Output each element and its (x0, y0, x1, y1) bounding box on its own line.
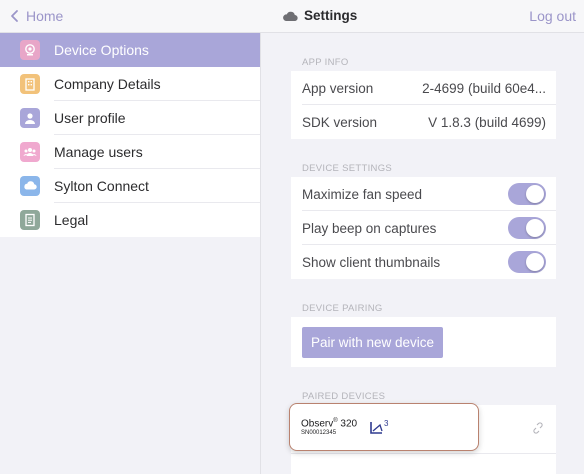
sidebar-item-sylton-connect[interactable]: Sylton Connect (0, 169, 260, 203)
camera-icon (20, 40, 40, 60)
show-thumbnails-row: Show client thumbnails (291, 245, 556, 279)
row-label: Show client thumbnails (302, 254, 441, 270)
section-header-device-settings: DEVICE SETTINGS (302, 163, 393, 174)
sidebar-item-label: Sylton Connect (54, 178, 149, 194)
maximize-fan-speed-row: Maximize fan speed (291, 177, 556, 211)
observ-logo-icon: 3 (370, 419, 389, 434)
row-label: App version (302, 80, 374, 96)
unlink-icon[interactable] (532, 422, 544, 434)
play-beep-toggle[interactable] (508, 217, 546, 239)
sidebar-item-device-options[interactable]: Device Options (0, 33, 260, 67)
device-card[interactable]: Observ® 320 SN00012345 3 (289, 403, 479, 451)
page-title: Settings (282, 8, 357, 23)
cloud-icon (283, 11, 298, 21)
sidebar: Device Options Company Details User prof… (0, 33, 261, 474)
navigation-bar: Home Settings Log out (0, 0, 584, 33)
row-label: Maximize fan speed (302, 186, 423, 202)
paired-device-row-empty (291, 453, 556, 474)
row-value: 2-4699 (build 60e4... (422, 80, 546, 96)
document-icon (20, 210, 40, 230)
group-icon (20, 142, 40, 162)
person-icon (20, 108, 40, 128)
pair-new-device-button[interactable]: Pair with new device (302, 326, 444, 358)
app-version-row: App version 2-4699 (build 60e4... (291, 71, 556, 105)
toggle-knob (526, 185, 544, 203)
sidebar-item-label: Company Details (54, 76, 161, 92)
sidebar-item-label: Legal (54, 212, 89, 228)
app-info-group: App version 2-4699 (build 60e4... SDK ve… (291, 71, 556, 139)
device-brand: Observ (301, 418, 334, 430)
device-pairing-group: Pair with new device (291, 317, 556, 367)
sidebar-item-label: Manage users (54, 144, 143, 160)
play-beep-row: Play beep on captures (291, 211, 556, 245)
sidebar-item-manage-users[interactable]: Manage users (0, 135, 260, 169)
toggle-knob (526, 219, 544, 237)
paired-device-row[interactable]: Observ® 320 SN00012345 3 (289, 403, 556, 453)
cloud-icon (20, 176, 40, 196)
chevron-left-icon (11, 10, 18, 22)
row-label: SDK version (302, 114, 378, 130)
maximize-fan-speed-toggle[interactable] (508, 183, 546, 205)
building-icon (20, 74, 40, 94)
device-model: 320 (337, 418, 358, 430)
section-header-app-info: APP INFO (302, 57, 349, 68)
paired-devices-group: Observ® 320 SN00012345 3 (289, 403, 556, 453)
page-title-label: Settings (304, 8, 358, 23)
row-value: V 1.8.3 (build 4699) (428, 114, 546, 130)
back-button[interactable]: Home (8, 8, 63, 24)
device-name: Observ® 320 (301, 418, 357, 429)
device-info: Observ® 320 SN00012345 (301, 418, 357, 435)
section-header-device-pairing: DEVICE PAIRING (302, 303, 383, 314)
device-settings-group: Maximize fan speed Play beep on captures… (291, 177, 556, 279)
sdk-version-row: SDK version V 1.8.3 (build 4699) (291, 105, 556, 139)
sidebar-item-label: Device Options (54, 42, 149, 58)
device-serial: SN00012345 (301, 429, 337, 436)
show-thumbnails-toggle[interactable] (508, 251, 546, 273)
logout-button[interactable]: Log out (529, 8, 576, 24)
svg-text:3: 3 (384, 419, 389, 428)
sidebar-item-legal[interactable]: Legal (0, 203, 260, 237)
back-label: Home (26, 8, 64, 24)
section-header-paired-devices: PAIRED DEVICES (302, 391, 386, 402)
sidebar-item-company-details[interactable]: Company Details (0, 67, 260, 101)
settings-detail-pane: APP INFO App version 2-4699 (build 60e4.… (261, 33, 584, 474)
sidebar-item-label: User profile (54, 110, 126, 126)
toggle-knob (526, 253, 544, 271)
row-label: Play beep on captures (302, 220, 437, 236)
sidebar-list: Device Options Company Details User prof… (0, 33, 260, 237)
sidebar-item-user-profile[interactable]: User profile (0, 101, 260, 135)
